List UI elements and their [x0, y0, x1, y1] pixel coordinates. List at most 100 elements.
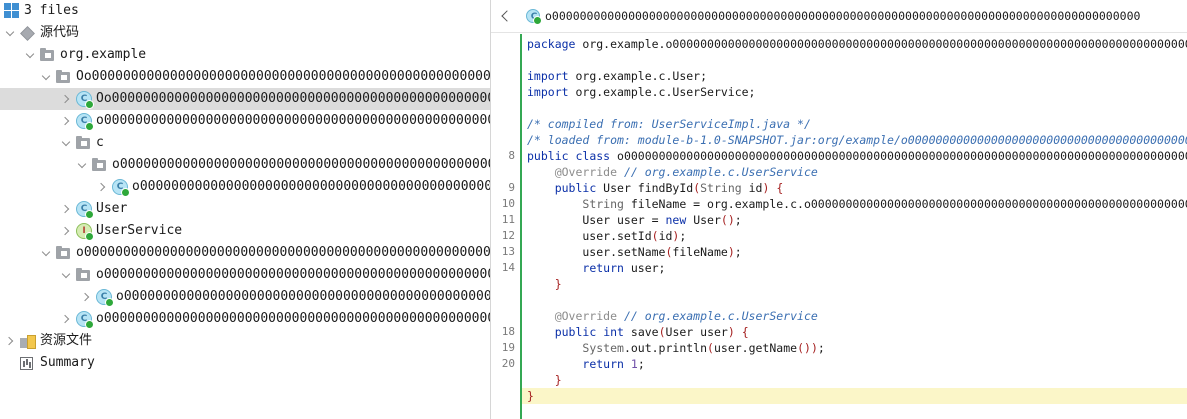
tree-row-label: o000000000000000000000000000000000000000…	[116, 289, 490, 304]
code-line[interactable]: }	[522, 388, 1187, 404]
tree-row[interactable]: o000000000000000000000000000000000000000…	[0, 264, 490, 286]
chevron-down-icon[interactable]	[4, 22, 16, 44]
class-icon	[76, 311, 94, 329]
tree-row[interactable]: User	[0, 198, 490, 220]
tree-row[interactable]: o000000000000000000000000000000000000000…	[0, 308, 490, 330]
code-line[interactable]: }	[522, 276, 1187, 292]
line-number: 19	[501, 341, 515, 354]
chevron-down-icon[interactable]	[76, 154, 88, 176]
file-tree-panel: 3 files 源代码 org.example Oo00000000000000000…	[0, 0, 490, 419]
back-arrow-icon[interactable]	[497, 8, 513, 26]
tree-row[interactable]: Summary	[0, 352, 490, 374]
tree-row-label: o000000000000000000000000000000000000000…	[96, 113, 490, 128]
tree-row[interactable]: o000000000000000000000000000000000000000…	[0, 176, 490, 198]
code-line[interactable]	[522, 292, 1187, 308]
tree-row-label: Summary	[40, 355, 95, 370]
line-number-gutter: 8 9 10 11 12 13 14 18 19 20	[491, 34, 519, 419]
chevron-down-icon[interactable]	[60, 132, 72, 154]
code-line[interactable]: User user = new User();	[522, 212, 1187, 228]
line-number	[491, 388, 519, 404]
code-line[interactable]: /* compiled from: UserServiceImpl.java *…	[522, 116, 1187, 132]
code-line[interactable]: /* loaded from: module-b-1.0-SNAPSHOT.ja…	[522, 132, 1187, 148]
tree-row-label: o000000000000000000000000000000000000000…	[132, 179, 490, 194]
line-number	[491, 292, 519, 308]
line-number	[491, 84, 519, 100]
line-number	[491, 36, 519, 52]
tree-row-label: o000000000000000000000000000000000000000…	[96, 311, 490, 326]
tree-row[interactable]: UserService	[0, 220, 490, 242]
chevron-right-icon[interactable]	[60, 198, 72, 220]
package-icon	[56, 246, 70, 259]
tree-row[interactable]: Oo00000000000000000000000000000000000000…	[0, 66, 490, 88]
class-icon	[112, 179, 130, 197]
tree-row-label: o000000000000000000000000000000000000000…	[76, 245, 490, 260]
chevron-down-icon[interactable]	[40, 242, 52, 264]
code-line[interactable]: user.setId(id);	[522, 228, 1187, 244]
code-line[interactable]: import org.example.c.UserService;	[522, 84, 1187, 100]
module-icon	[20, 25, 34, 39]
class-icon	[76, 91, 94, 109]
code-line[interactable]: @Override // org.example.c.UserService	[522, 164, 1187, 180]
tree-row-label: org.example	[60, 47, 147, 62]
tree-row[interactable]: c	[0, 132, 490, 154]
tree-row-label: 资源文件	[40, 333, 93, 348]
line-number: 14	[501, 261, 515, 274]
code-line[interactable]: System.out.println(user.getName());	[522, 340, 1187, 356]
tree-row[interactable]: Oo00000000000000000000000000000000000000…	[0, 88, 490, 110]
class-icon	[526, 9, 542, 25]
tree-row[interactable]: 资源文件	[0, 330, 490, 352]
code-line[interactable]	[522, 52, 1187, 68]
chevron-right-icon[interactable]	[60, 88, 72, 110]
editor-tab-title[interactable]: o000000000000000000000000000000000000000…	[545, 0, 1140, 33]
tree-row[interactable]: o000000000000000000000000000000000000000…	[0, 154, 490, 176]
class-icon	[76, 201, 94, 219]
code-line[interactable]: }	[522, 372, 1187, 388]
line-number	[491, 52, 519, 68]
tree-row[interactable]: org.example	[0, 44, 490, 66]
code-line[interactable]: return 1;	[522, 356, 1187, 372]
code-lines[interactable]: package org.example.o0000000000000000000…	[522, 34, 1187, 419]
line-number: 18	[501, 325, 515, 338]
tree-row[interactable]: o000000000000000000000000000000000000000…	[0, 242, 490, 264]
chevron-down-icon[interactable]	[24, 44, 36, 66]
code-line[interactable]: public User findById(String id) {	[522, 180, 1187, 196]
chevron-right-icon[interactable]	[60, 308, 72, 330]
code-line[interactable]: @Override // org.example.c.UserService	[522, 308, 1187, 324]
package-icon	[76, 268, 90, 281]
code-line[interactable]: public class o00000000000000000000000000…	[522, 148, 1187, 164]
chevron-down-icon[interactable]	[40, 66, 52, 88]
chevron-down-icon[interactable]	[60, 264, 72, 286]
class-icon	[96, 289, 114, 307]
chevron-right-icon[interactable]	[60, 110, 72, 132]
code-area[interactable]: 8 9 10 11 12 13 14 18 19 20 package org.example.o…	[491, 34, 1187, 419]
line-number	[491, 68, 519, 84]
interface-icon	[76, 223, 94, 241]
tree-row[interactable]: 源代码	[0, 22, 490, 44]
chevron-right-icon[interactable]	[60, 220, 72, 242]
tree-row[interactable]: 3 files	[0, 0, 490, 22]
chevron-right-icon[interactable]	[80, 286, 92, 308]
tree-row[interactable]: o000000000000000000000000000000000000000…	[0, 110, 490, 132]
code-line[interactable]: package org.example.o0000000000000000000…	[522, 36, 1187, 52]
line-number	[491, 164, 519, 180]
line-number: 11	[501, 213, 515, 226]
line-number: 13	[501, 245, 515, 258]
tree-row-label: o000000000000000000000000000000000000000…	[96, 267, 490, 282]
summary-icon	[20, 357, 33, 370]
chevron-right-icon[interactable]	[96, 176, 108, 198]
line-number	[491, 372, 519, 388]
code-line[interactable]: String fileName = org.example.c.o0000000…	[522, 196, 1187, 212]
chevron-right-icon[interactable]	[4, 330, 16, 352]
code-line[interactable]: return user;	[522, 260, 1187, 276]
tree-row-label: Oo00000000000000000000000000000000000000…	[76, 69, 490, 84]
files-icon	[4, 3, 20, 19]
tree-row[interactable]: o000000000000000000000000000000000000000…	[0, 286, 490, 308]
code-line[interactable]	[522, 100, 1187, 116]
code-line[interactable]: import org.example.c.User;	[522, 68, 1187, 84]
tree-row-label: User	[96, 201, 128, 216]
code-line[interactable]: public int save(User user) {	[522, 324, 1187, 340]
line-number	[491, 276, 519, 292]
tree-row-label: 3 files	[24, 3, 79, 18]
code-line[interactable]: user.setName(fileName);	[522, 244, 1187, 260]
editor-tab-bar: o000000000000000000000000000000000000000…	[491, 0, 1187, 33]
